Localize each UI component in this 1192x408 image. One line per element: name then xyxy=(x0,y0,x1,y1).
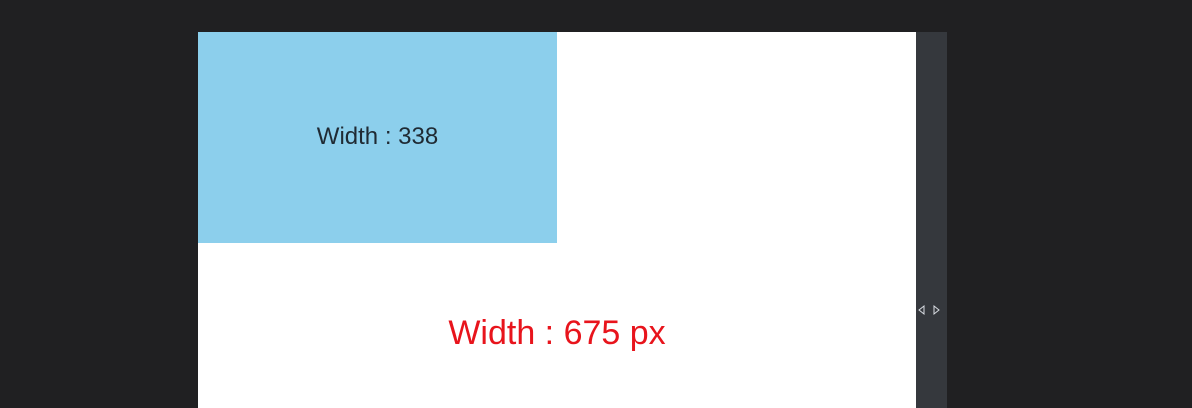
viewport-resize-handle[interactable] xyxy=(916,32,947,408)
app-frame: Width : 338 Width : 675 px xyxy=(0,0,1192,408)
responsive-viewport: Width : 338 Width : 675 px xyxy=(198,32,916,408)
resize-horizontal-icon xyxy=(917,303,941,316)
blue-box: Width : 338 xyxy=(198,32,557,243)
viewport-width-label: Width : 675 px xyxy=(448,314,666,352)
blue-box-width-label: Width : 338 xyxy=(316,122,439,150)
